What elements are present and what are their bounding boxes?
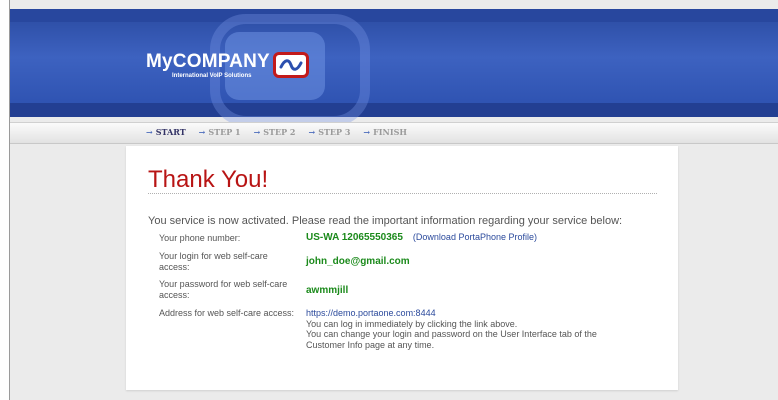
password-label: Your password for web self-care access:: [159, 279, 288, 300]
login-value: john_doe@gmail.com: [306, 256, 410, 267]
page-title: Thank You!: [148, 166, 269, 193]
header-banner: [10, 9, 778, 117]
arrow-right-icon: →: [146, 127, 153, 137]
nav-step-finish[interactable]: → FINISH: [363, 127, 407, 137]
web-selfcare-link[interactable]: https://demo.portaone.com:8444: [306, 308, 626, 319]
address-note-1: You can log in immediately by clicking t…: [306, 318, 518, 329]
content-panel: Thank You! You service is now activated.…: [126, 146, 678, 390]
nav-step-label: STEP 2: [263, 127, 296, 137]
phone-value-row: US-WA 12065550365 (Download PortaPhone Pr…: [306, 232, 537, 244]
nav-step-2[interactable]: → STEP 2: [254, 127, 296, 137]
arrow-right-icon: →: [198, 127, 206, 137]
header-bottom-bar: [10, 103, 778, 117]
password-value: awmmjill: [306, 285, 349, 296]
nav-step-1[interactable]: → STEP 1: [199, 127, 241, 137]
nav-step-start[interactable]: → START: [146, 127, 186, 137]
intro-text: You service is now activated. Please rea…: [148, 215, 623, 227]
login-label: Your login for web self-care access:: [159, 251, 268, 272]
arrow-right-icon: →: [253, 127, 261, 137]
nav-step-label: STEP 1: [208, 127, 241, 137]
download-profile-link[interactable]: (Download PortaPhone Profile): [413, 232, 537, 242]
address-note-2: You can change your login and password o…: [306, 329, 597, 350]
nav-step-label: START: [155, 127, 186, 137]
address-value-block: https://demo.portaone.com:8444 You can l…: [306, 308, 626, 350]
title-divider: [148, 193, 657, 194]
wizard-steps-nav: → START → STEP 1 → STEP 2 → STEP 3 → FIN…: [146, 127, 407, 137]
arrow-right-icon: →: [363, 127, 371, 137]
phone-number: US-WA 12065550365: [306, 232, 403, 243]
logo-brand: MyCOMPANY: [146, 51, 270, 72]
nav-step-3[interactable]: → STEP 3: [308, 127, 350, 137]
address-label: Address for web self-care access:: [159, 308, 295, 318]
nav-step-label: STEP 3: [318, 127, 351, 137]
phone-label: Your phone number:: [159, 233, 241, 243]
wave-icon: [273, 52, 309, 78]
header-top-bar: [10, 9, 778, 22]
window-left-frame: [0, 0, 10, 400]
nav-step-label: FINISH: [373, 127, 407, 137]
arrow-right-icon: →: [308, 127, 316, 137]
logo-tagline: International VoIP Solutions: [172, 73, 252, 79]
